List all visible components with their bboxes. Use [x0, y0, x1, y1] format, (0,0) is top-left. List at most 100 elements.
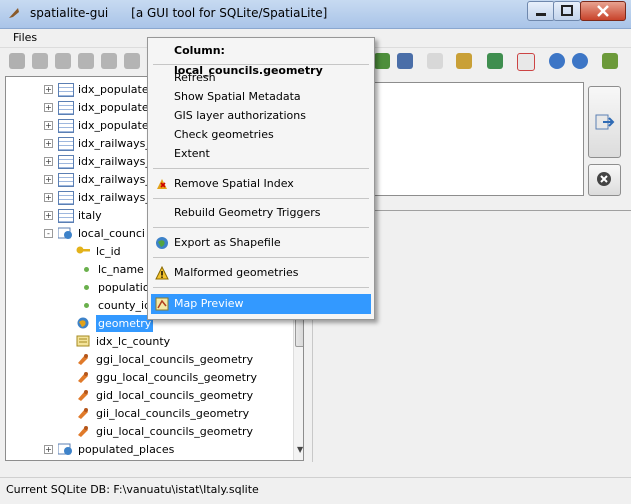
close-button[interactable] — [580, 1, 626, 21]
tables-icon[interactable] — [456, 53, 472, 69]
tree-node-label: lc_name — [98, 263, 144, 276]
tree-node-label: idx_railways_ — [78, 173, 151, 186]
maximize-button[interactable] — [553, 1, 581, 21]
tree-node-label: local_counci — [78, 227, 145, 240]
remove-index-icon — [157, 179, 167, 189]
tree-node-label: italy — [78, 209, 102, 222]
tree-node-trigger[interactable]: gid_local_councils_geometry — [6, 387, 291, 404]
expand-icon[interactable]: + — [44, 139, 53, 148]
geo-table-icon — [57, 443, 72, 455]
tree-node-label: county_id — [98, 299, 152, 312]
tree-node-trigger[interactable]: giu_local_councils_geometry — [6, 423, 291, 440]
menu-item-map-preview[interactable]: Map Preview — [151, 294, 371, 314]
tree-node-trigger[interactable]: gii_local_councils_geometry — [6, 405, 291, 422]
trigger-icon — [76, 371, 90, 383]
status-bar: Current SQLite DB: F:\vanuatu\istat\Ital… — [0, 477, 631, 504]
menu-item-rebuild-geometry-triggers[interactable]: Rebuild Geometry Triggers — [151, 203, 371, 223]
table-icon — [58, 83, 74, 97]
expand-icon[interactable]: + — [44, 157, 53, 166]
tree-node-label: ggi_local_councils_geometry — [96, 353, 254, 366]
expand-icon[interactable]: + — [44, 445, 53, 454]
column-dot-icon — [84, 285, 89, 290]
table-icon — [58, 101, 74, 115]
tree-node-label: populated_places — [78, 443, 175, 456]
exit-icon[interactable] — [602, 53, 618, 69]
expand-icon[interactable]: + — [44, 193, 53, 202]
tree-node-trigger[interactable]: ggi_local_councils_geometry — [6, 351, 291, 368]
load-shapefile-icon[interactable] — [374, 53, 390, 69]
tree-node-label: idx_lc_county — [96, 335, 171, 348]
index-icon — [76, 335, 90, 347]
expand-icon[interactable]: + — [44, 121, 53, 130]
tree-node-label: giu_local_councils_geometry — [96, 425, 254, 438]
execute-sql-button[interactable] — [588, 86, 621, 158]
menu-separator — [153, 198, 369, 199]
menu-item-show-spatial-metadata[interactable]: Show Spatial Metadata — [151, 87, 371, 107]
menu-separator — [153, 287, 369, 288]
globe-icon[interactable] — [487, 53, 503, 69]
expand-icon[interactable]: + — [44, 103, 53, 112]
map-icon — [155, 297, 169, 311]
tree-node-label: ggu_local_councils_geometry — [96, 371, 257, 384]
tree-node-label: idx_populate — [78, 119, 149, 132]
menu-separator — [153, 64, 369, 65]
tree-node-trigger[interactable]: ggu_local_councils_geometry — [6, 369, 291, 386]
status-text: Current SQLite DB: F:\vanuatu\istat\Ital… — [6, 483, 259, 496]
menu-files[interactable]: Files — [13, 31, 37, 44]
expand-icon[interactable]: + — [44, 211, 53, 220]
menu-item-remove-spatial-index[interactable]: Remove Spatial Index — [151, 174, 371, 194]
tree-node-index[interactable]: idx_lc_county — [6, 333, 291, 350]
charset-icon[interactable] — [517, 53, 535, 71]
tree-node-label: idx_populate — [78, 83, 149, 96]
menu-separator — [153, 168, 369, 169]
trigger-icon — [76, 407, 90, 419]
menu-item-malformed-geometries[interactable]: Malformed geometries — [151, 263, 371, 283]
menu-separator — [153, 227, 369, 228]
menu-item-refresh[interactable]: Refresh — [151, 68, 371, 88]
expand-icon[interactable]: + — [44, 85, 53, 94]
table-icon — [58, 119, 74, 133]
table-icon — [58, 155, 74, 169]
connect-icon[interactable] — [9, 53, 25, 69]
menu-separator — [153, 257, 369, 258]
expand-icon[interactable]: + — [44, 175, 53, 184]
tree-node-label: idx_railways_ — [78, 155, 151, 168]
database-icon[interactable] — [78, 53, 94, 69]
menu-item-extent[interactable]: Extent — [151, 144, 371, 164]
tree-node-label: idx_railways_ — [78, 191, 151, 204]
menu-item-check-geometries[interactable]: Check geometries — [151, 125, 371, 145]
primary-key-icon — [76, 245, 90, 257]
collapse-icon[interactable]: - — [44, 229, 53, 238]
context-menu-header: Column: local_councils.geometry — [174, 44, 323, 77]
globe-icon — [156, 237, 168, 249]
table-icon — [58, 191, 74, 205]
minimize-button[interactable] — [527, 1, 555, 21]
context-menu: Column: local_councils.geometry Refresh … — [147, 37, 375, 320]
column-dot-icon — [84, 267, 89, 272]
tree-node-label: lc_id — [96, 245, 121, 258]
database-icon[interactable] — [32, 53, 48, 69]
table-icon — [58, 137, 74, 151]
menu-item-gis-layer-authorizations[interactable]: GIS layer authorizations — [151, 106, 371, 126]
database-icon[interactable] — [124, 53, 140, 69]
geometry-globe-icon — [76, 317, 90, 329]
trigger-icon — [76, 425, 90, 437]
database-icon[interactable] — [55, 53, 71, 69]
column-dot-icon — [84, 303, 89, 308]
table-icon — [58, 173, 74, 187]
tree-node-geotable[interactable]: + populated_places — [6, 441, 291, 458]
title-bar: spatialite-gui [a GUI tool for SQLite/Sp… — [0, 0, 631, 29]
eye-icon[interactable] — [427, 53, 443, 69]
clear-sql-button[interactable] — [588, 164, 621, 196]
help-icon[interactable] — [549, 53, 565, 69]
about-icon[interactable] — [572, 53, 588, 69]
database-icon[interactable] — [101, 53, 117, 69]
menu-item-export-as-shapefile[interactable]: Export as Shapefile — [151, 233, 371, 253]
tree-node-label: populatio — [98, 281, 150, 294]
table-icon — [58, 209, 74, 223]
tree-node-label: gii_local_councils_geometry — [96, 407, 250, 420]
save-icon[interactable] — [397, 53, 413, 69]
tree-node-label: gid_local_councils_geometry — [96, 389, 254, 402]
trigger-icon — [76, 353, 90, 365]
tree-node-label: idx_populate — [78, 101, 149, 114]
